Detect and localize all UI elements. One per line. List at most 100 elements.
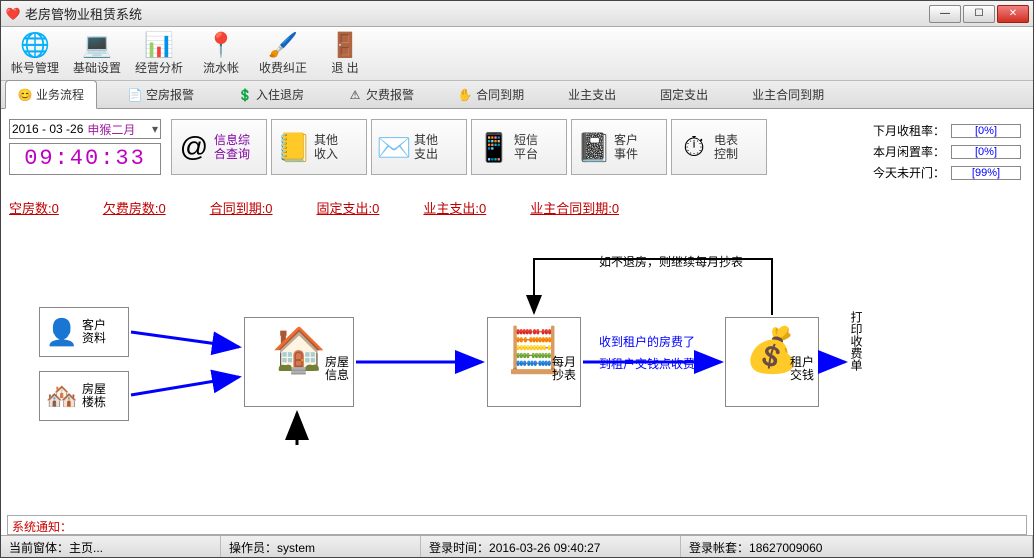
- quick-btn-4[interactable]: 📓客户事件: [571, 119, 667, 175]
- system-notice: 系统通知：: [7, 515, 1027, 535]
- building-icon: 🏘️: [42, 376, 82, 416]
- tab-label: 欠费报警: [366, 86, 414, 103]
- quick-btn-label: 电表控制: [714, 133, 738, 161]
- quick-btn-icon: 📒: [274, 127, 314, 167]
- toolbar-icon: 🚪: [329, 31, 361, 59]
- quick-btn-icon: ✉️: [374, 127, 414, 167]
- toolbar-label: 退 出: [331, 59, 358, 76]
- rate-val-2: [99%]: [951, 166, 1021, 180]
- tab-7[interactable]: 业主合同到期: [739, 80, 837, 108]
- clock: 09:40:33: [9, 143, 161, 175]
- tab-icon: 📄: [128, 88, 142, 102]
- stat-link-5[interactable]: 业主合同到期:0: [530, 198, 619, 217]
- quick-btn-icon: ⏱: [674, 127, 714, 167]
- tab-4[interactable]: ✋ 合同到期: [445, 80, 537, 108]
- quick-btn-label: 短信平台: [514, 133, 538, 161]
- toolbar-label: 收费纠正: [259, 59, 307, 76]
- rate-label-0: 下月收租率：: [871, 121, 947, 140]
- tab-3[interactable]: ⚠ 欠费报警: [335, 80, 427, 108]
- toolbar-label: 经营分析: [135, 59, 183, 76]
- date-field[interactable]: 2016 - 03 -26 申猴二月 ▾: [9, 119, 161, 139]
- toolbar-icon: 📊: [143, 31, 175, 59]
- tab-5[interactable]: 业主支出: [555, 80, 629, 108]
- flow-building-label: 房屋楼栋: [82, 383, 106, 409]
- toolbar-icon: 💻: [81, 31, 113, 59]
- quick-btn-0[interactable]: @信息综合查询: [171, 119, 267, 175]
- flow-houseinfo[interactable]: 🏠 房屋信息: [244, 317, 354, 407]
- tab-2[interactable]: 💲入住退房: [225, 80, 317, 108]
- tab-label: 空房报警: [146, 86, 194, 103]
- quick-btn-2[interactable]: ✉️其他支出: [371, 119, 467, 175]
- app-icon: ❤️: [5, 6, 21, 22]
- quick-btn-icon: 📱: [474, 127, 514, 167]
- toolbar-2[interactable]: 📊经营分析: [129, 29, 189, 78]
- minimize-button[interactable]: —: [929, 5, 961, 23]
- window-title: 老房管物业租赁系统: [25, 4, 929, 23]
- flowchart: 👤 客户资料 🏘️ 房屋楼栋 🏠 房屋信息 🧮 每月抄表 💰 租户交钱 收到租户…: [9, 277, 1025, 457]
- flow-customer[interactable]: 👤 客户资料: [39, 307, 129, 357]
- quick-btn-icon: 📓: [574, 127, 614, 167]
- stat-link-0[interactable]: 空房数:0: [9, 198, 59, 217]
- quick-btn-icon: @: [174, 127, 214, 167]
- toolbar-3[interactable]: 📍流水帐: [191, 29, 251, 78]
- flow-print-label: 打印收费单: [849, 311, 863, 371]
- tab-label: 业主合同到期: [752, 86, 824, 103]
- toolbar-label: 流水帐: [203, 59, 239, 76]
- stat-link-2[interactable]: 合同到期:0: [210, 198, 273, 217]
- status-bar: 当前窗体：主页... 操作员：system 登录时间：2016-03-26 09…: [1, 535, 1033, 557]
- tab-icon: 💲: [238, 88, 252, 102]
- flow-meter-label: 每月抄表: [552, 356, 576, 382]
- date-value: 2016 - 03 -26: [12, 122, 83, 136]
- toolbar-icon: 📍: [205, 31, 237, 59]
- flow-note1: 收到租户的房费了: [599, 333, 695, 350]
- quick-btn-label: 客户事件: [614, 133, 638, 161]
- toolbar-0[interactable]: 🌐帐号管理: [5, 29, 65, 78]
- flow-pay-label: 租户交钱: [790, 356, 814, 382]
- rates-panel: 下月收租率：[0%]本月闲置率：[0%]今天未开门：[99%]: [869, 119, 1025, 184]
- content-area: 2016 - 03 -26 申猴二月 ▾ 09:40:33 @信息综合查询📒其他…: [1, 109, 1033, 515]
- flow-customer-label: 客户资料: [82, 319, 106, 345]
- tab-0[interactable]: 😊 业务流程: [5, 80, 97, 109]
- toolbar-1[interactable]: 💻基础设置: [67, 29, 127, 78]
- rate-label-1: 本月闲置率：: [871, 142, 947, 161]
- person-icon: 👤: [42, 312, 82, 352]
- close-button[interactable]: ✕: [997, 5, 1029, 23]
- titlebar: ❤️ 老房管物业租赁系统 — ☐ ✕: [1, 1, 1033, 27]
- main-toolbar: 🌐帐号管理💻基础设置📊经营分析📍流水帐🖌️收费纠正🚪退 出: [1, 27, 1033, 81]
- stat-link-1[interactable]: 欠费房数:0: [103, 198, 166, 217]
- quick-btn-5[interactable]: ⏱电表控制: [671, 119, 767, 175]
- tab-label: 业主支出: [568, 86, 616, 103]
- rate-val-0: [0%]: [951, 124, 1021, 138]
- flow-houseinfo-label: 房屋信息: [325, 356, 349, 382]
- quick-btn-1[interactable]: 📒其他收入: [271, 119, 367, 175]
- stat-link-4[interactable]: 业主支出:0: [423, 198, 486, 217]
- quick-btn-3[interactable]: 📱短信平台: [471, 119, 567, 175]
- toolbar-icon: 🖌️: [267, 31, 299, 59]
- tab-label: 固定支出: [660, 86, 708, 103]
- tab-1[interactable]: 📄 空房报警: [115, 80, 207, 108]
- quick-btn-label: 信息综合查询: [214, 133, 250, 161]
- tab-label: 业务流程: [36, 86, 84, 103]
- quick-btn-label: 其他收入: [314, 133, 338, 161]
- quick-btn-label: 其他支出: [414, 133, 438, 161]
- chevron-down-icon[interactable]: ▾: [152, 122, 158, 136]
- tab-strip: 😊 业务流程 📄 空房报警 💲入住退房 ⚠ 欠费报警 ✋ 合同到期 业主支出 固定支出 业主合同到期: [1, 81, 1033, 109]
- stat-link-3[interactable]: 固定支出:0: [317, 198, 380, 217]
- flow-pay[interactable]: 💰 租户交钱: [725, 317, 819, 407]
- toolbar-label: 帐号管理: [11, 59, 59, 76]
- tab-icon: ✋: [458, 88, 472, 102]
- flow-meter[interactable]: 🧮 每月抄表: [487, 317, 581, 407]
- flow-note2: 到租户交钱点收费: [599, 355, 695, 372]
- lunar-value: 申猴二月: [87, 121, 135, 138]
- toolbar-label: 基础设置: [73, 59, 121, 76]
- toolbar-4[interactable]: 🖌️收费纠正: [253, 29, 313, 78]
- tab-icon: ⚠: [348, 88, 362, 102]
- toolbar-5[interactable]: 🚪退 出: [315, 29, 375, 78]
- flow-building[interactable]: 🏘️ 房屋楼栋: [39, 371, 129, 421]
- maximize-button[interactable]: ☐: [963, 5, 995, 23]
- flow-loop-label: 如不退房，则继续每月抄表: [599, 253, 743, 270]
- rate-label-2: 今天未开门：: [871, 163, 947, 182]
- tab-label: 合同到期: [476, 86, 524, 103]
- tab-icon: 😊: [18, 88, 32, 102]
- tab-6[interactable]: 固定支出: [647, 80, 721, 108]
